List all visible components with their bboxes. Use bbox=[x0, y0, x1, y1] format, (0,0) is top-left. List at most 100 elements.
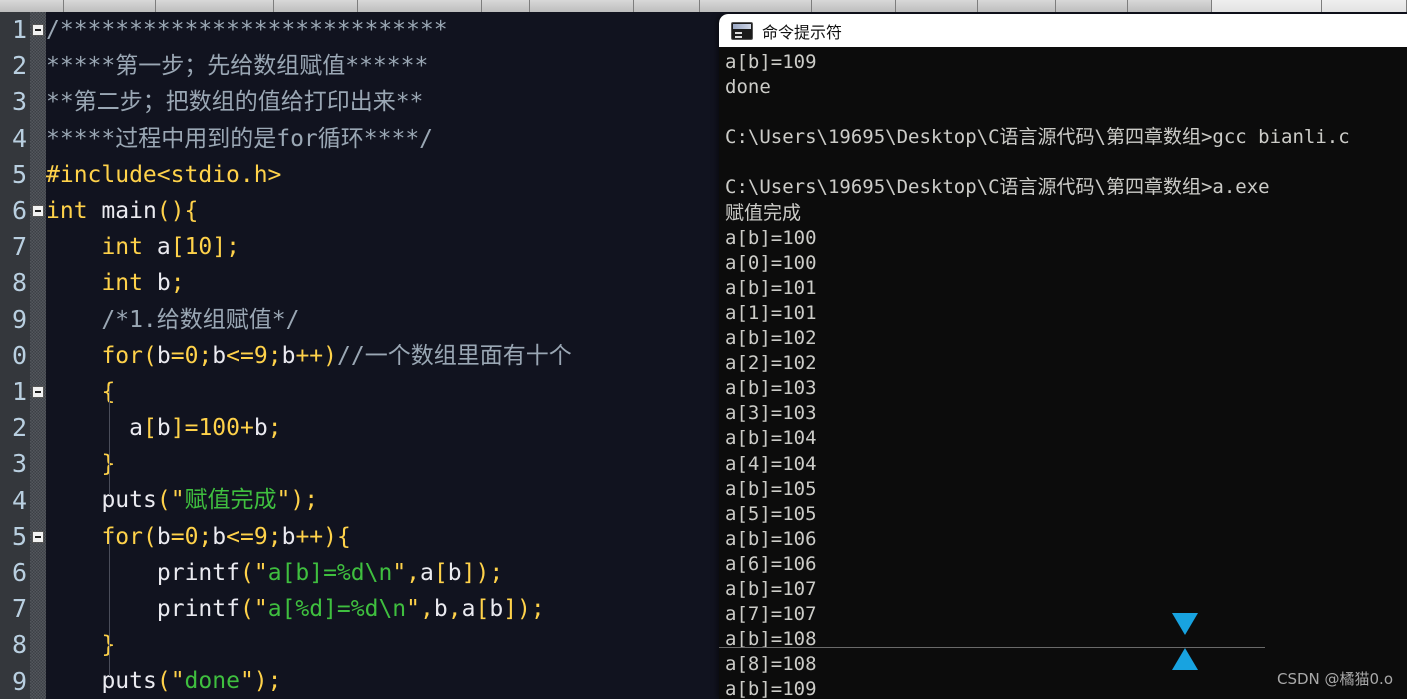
code-line-8[interactable]: int b; bbox=[46, 265, 720, 301]
console-line: a[6]=106 bbox=[725, 552, 817, 575]
line-number: 5 bbox=[11, 521, 27, 551]
line-number: 4 bbox=[11, 485, 27, 515]
console-line: a[5]=105 bbox=[725, 502, 817, 525]
code-line-6[interactable]: int main(){ bbox=[46, 193, 720, 229]
code-line-13[interactable]: } bbox=[46, 446, 720, 482]
indent-guide-2 bbox=[109, 530, 110, 676]
console-line: a[b]=100 bbox=[725, 226, 817, 249]
line-number: 3 bbox=[11, 87, 27, 117]
line-number: 5 bbox=[11, 159, 27, 189]
line-number: 6 bbox=[11, 558, 27, 588]
line-number: 0 bbox=[11, 340, 27, 370]
selection-handle-top-shape bbox=[1172, 613, 1198, 635]
top-toolbar[interactable] bbox=[0, 0, 1407, 12]
toolbar-segment-12[interactable] bbox=[978, 0, 1056, 12]
toolbar-segment-10[interactable] bbox=[812, 0, 896, 12]
toolbar-segment-13[interactable] bbox=[1056, 0, 1128, 12]
console-line: 赋值完成 bbox=[725, 201, 802, 224]
code-line-1[interactable]: /**************************** bbox=[46, 12, 720, 48]
line-number: 4 bbox=[11, 123, 27, 153]
toolbar-segment-8[interactable] bbox=[634, 0, 700, 12]
line-number: 8 bbox=[11, 268, 27, 298]
code-line-4[interactable]: *****过程中用到的是for循环****/ bbox=[46, 121, 720, 157]
console-line: C:\Users\19695\Desktop\C语言源代码\第四章数组>a.ex… bbox=[725, 176, 1270, 199]
line-number: 7 bbox=[11, 232, 27, 262]
console-title-bar[interactable]: 命令提示符 bbox=[719, 14, 1407, 47]
code-line-12[interactable]: a[b]=100+b; bbox=[46, 410, 720, 446]
console-line: a[0]=100 bbox=[725, 251, 817, 274]
console-output[interactable]: a[b]=109 done C:\Users\19695\Desktop\C语言源… bbox=[719, 47, 1407, 699]
indent-guide-1 bbox=[109, 386, 110, 495]
line-number: 2 bbox=[11, 413, 27, 443]
fold-toggle-line-6[interactable] bbox=[32, 205, 44, 217]
line-number: 8 bbox=[11, 630, 27, 660]
console-line: a[b]=103 bbox=[725, 377, 817, 400]
code-line-7[interactable]: int a[10]; bbox=[46, 229, 720, 265]
toolbar-segment-2[interactable] bbox=[64, 0, 156, 12]
console-line: a[7]=107 bbox=[725, 603, 817, 626]
console-line: a[b]=104 bbox=[725, 427, 817, 450]
fold-toggle-line-1[interactable] bbox=[32, 24, 44, 36]
toolbar-segment-14[interactable] bbox=[1128, 0, 1212, 12]
command-prompt-icon bbox=[731, 21, 753, 40]
console-line: a[b]=105 bbox=[725, 477, 817, 500]
toolbar-segment-7[interactable] bbox=[530, 0, 634, 12]
code-line-16[interactable]: printf("a[b]=%d\n",a[b]); bbox=[46, 555, 720, 591]
selection-handle-top[interactable] bbox=[1172, 613, 1198, 635]
code-text-area[interactable]: /**************************** *****第一步；先给… bbox=[46, 12, 720, 699]
fold-toggle-line-15[interactable] bbox=[32, 530, 44, 543]
console-line: a[b]=107 bbox=[725, 577, 817, 600]
code-editor-pane[interactable]: 1234567890123456789012 /****************… bbox=[0, 12, 720, 699]
csdn-watermark: CSDN @橘猫0.o bbox=[1276, 670, 1393, 688]
console-title-text: 命令提示符 bbox=[762, 22, 843, 42]
code-line-17[interactable]: printf("a[%d]=%d\n",b,a[b]); bbox=[46, 591, 720, 627]
line-number: 6 bbox=[11, 196, 27, 226]
selection-handle-bottom[interactable] bbox=[1172, 648, 1198, 670]
line-number: 9 bbox=[11, 304, 27, 334]
toolbar-segment-9[interactable] bbox=[700, 0, 812, 12]
console-line: a[b]=101 bbox=[725, 276, 817, 299]
screen-root: 1234567890123456789012 /****************… bbox=[0, 0, 1407, 699]
command-prompt-window[interactable]: 命令提示符 a[b]=109 done C:\Users\19695\Deskto… bbox=[719, 14, 1407, 699]
code-line-14[interactable]: puts("赋值完成"); bbox=[46, 482, 720, 518]
console-line: a[3]=103 bbox=[725, 402, 817, 425]
editor-fold-strip[interactable] bbox=[30, 12, 46, 699]
code-line-15[interactable]: for(b=0;b<=9;b++){ bbox=[46, 519, 720, 555]
console-line: a[b]=106 bbox=[725, 527, 817, 550]
toolbar-segment-6[interactable] bbox=[482, 0, 530, 12]
console-line: a[4]=104 bbox=[725, 452, 817, 475]
toolbar-segment-3[interactable] bbox=[156, 0, 274, 12]
toolbar-segment-16[interactable] bbox=[1322, 0, 1407, 12]
console-line: a[b]=109 bbox=[725, 51, 817, 73]
line-number: 2 bbox=[11, 51, 27, 81]
toolbar-segment-11[interactable] bbox=[896, 0, 978, 12]
code-line-19[interactable]: puts("done"); bbox=[46, 663, 720, 699]
code-line-18[interactable]: } bbox=[46, 627, 720, 663]
console-line: a[2]=102 bbox=[725, 352, 817, 375]
line-number: 3 bbox=[11, 449, 27, 479]
toolbar-segment-1[interactable] bbox=[0, 0, 64, 12]
fold-toggle-line-11[interactable] bbox=[32, 386, 44, 398]
selection-handle-bottom-shape bbox=[1172, 648, 1198, 670]
toolbar-segment-4[interactable] bbox=[274, 0, 358, 12]
line-number-column: 1234567890123456789012 bbox=[0, 12, 30, 699]
console-line: C:\Users\19695\Desktop\C语言源代码\第四章数组>gcc … bbox=[725, 126, 1350, 149]
code-line-11[interactable]: { bbox=[46, 374, 720, 410]
toolbar-segment-5[interactable] bbox=[358, 0, 482, 12]
toolbar-segment-15[interactable] bbox=[1212, 0, 1322, 12]
line-number: 9 bbox=[11, 666, 27, 696]
line-number: 7 bbox=[11, 594, 27, 624]
code-line-10[interactable]: for(b=0;b<=9;b++)//一个数组里面有十个 bbox=[46, 338, 720, 374]
console-line: a[b]=108 bbox=[725, 628, 817, 651]
console-line: a[1]=101 bbox=[725, 301, 817, 324]
console-line: done bbox=[725, 76, 771, 99]
code-line-5[interactable]: #include<stdio.h> bbox=[46, 157, 720, 193]
line-number: 1 bbox=[11, 15, 27, 44]
code-line-3[interactable]: **第二步；把数组的值给打印出来** bbox=[46, 84, 720, 120]
console-line: a[b]=102 bbox=[725, 327, 817, 350]
line-number: 1 bbox=[11, 377, 27, 407]
code-line-2[interactable]: *****第一步；先给数组赋值****** bbox=[46, 48, 720, 84]
code-line-9[interactable]: /*1.给数组赋值*/ bbox=[46, 302, 720, 338]
